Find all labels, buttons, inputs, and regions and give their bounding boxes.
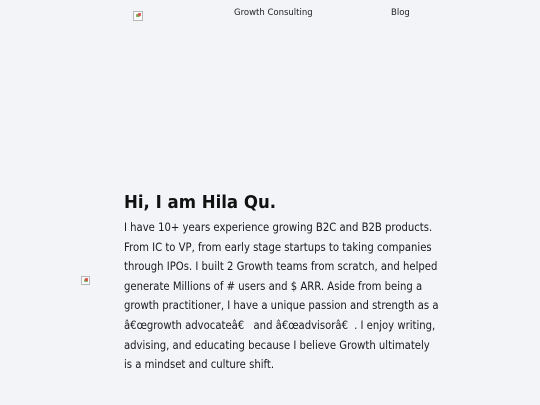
nav-link-growth-consulting[interactable]: Growth Consulting — [234, 8, 313, 18]
top-navigation: Growth Consulting Blog — [0, 0, 540, 26]
hero-bio: I have 10+ years experience growing B2C … — [124, 221, 439, 372]
nav-link-blog[interactable]: Blog — [391, 8, 410, 18]
profile-broken-image-icon — [81, 276, 90, 285]
hero-section: Hi, I am Hila Qu. I have 10+ years exper… — [124, 191, 442, 375]
hero-title: Hi, I am Hila Qu. — [124, 192, 277, 213]
logo-broken-image-icon[interactable] — [133, 11, 143, 21]
